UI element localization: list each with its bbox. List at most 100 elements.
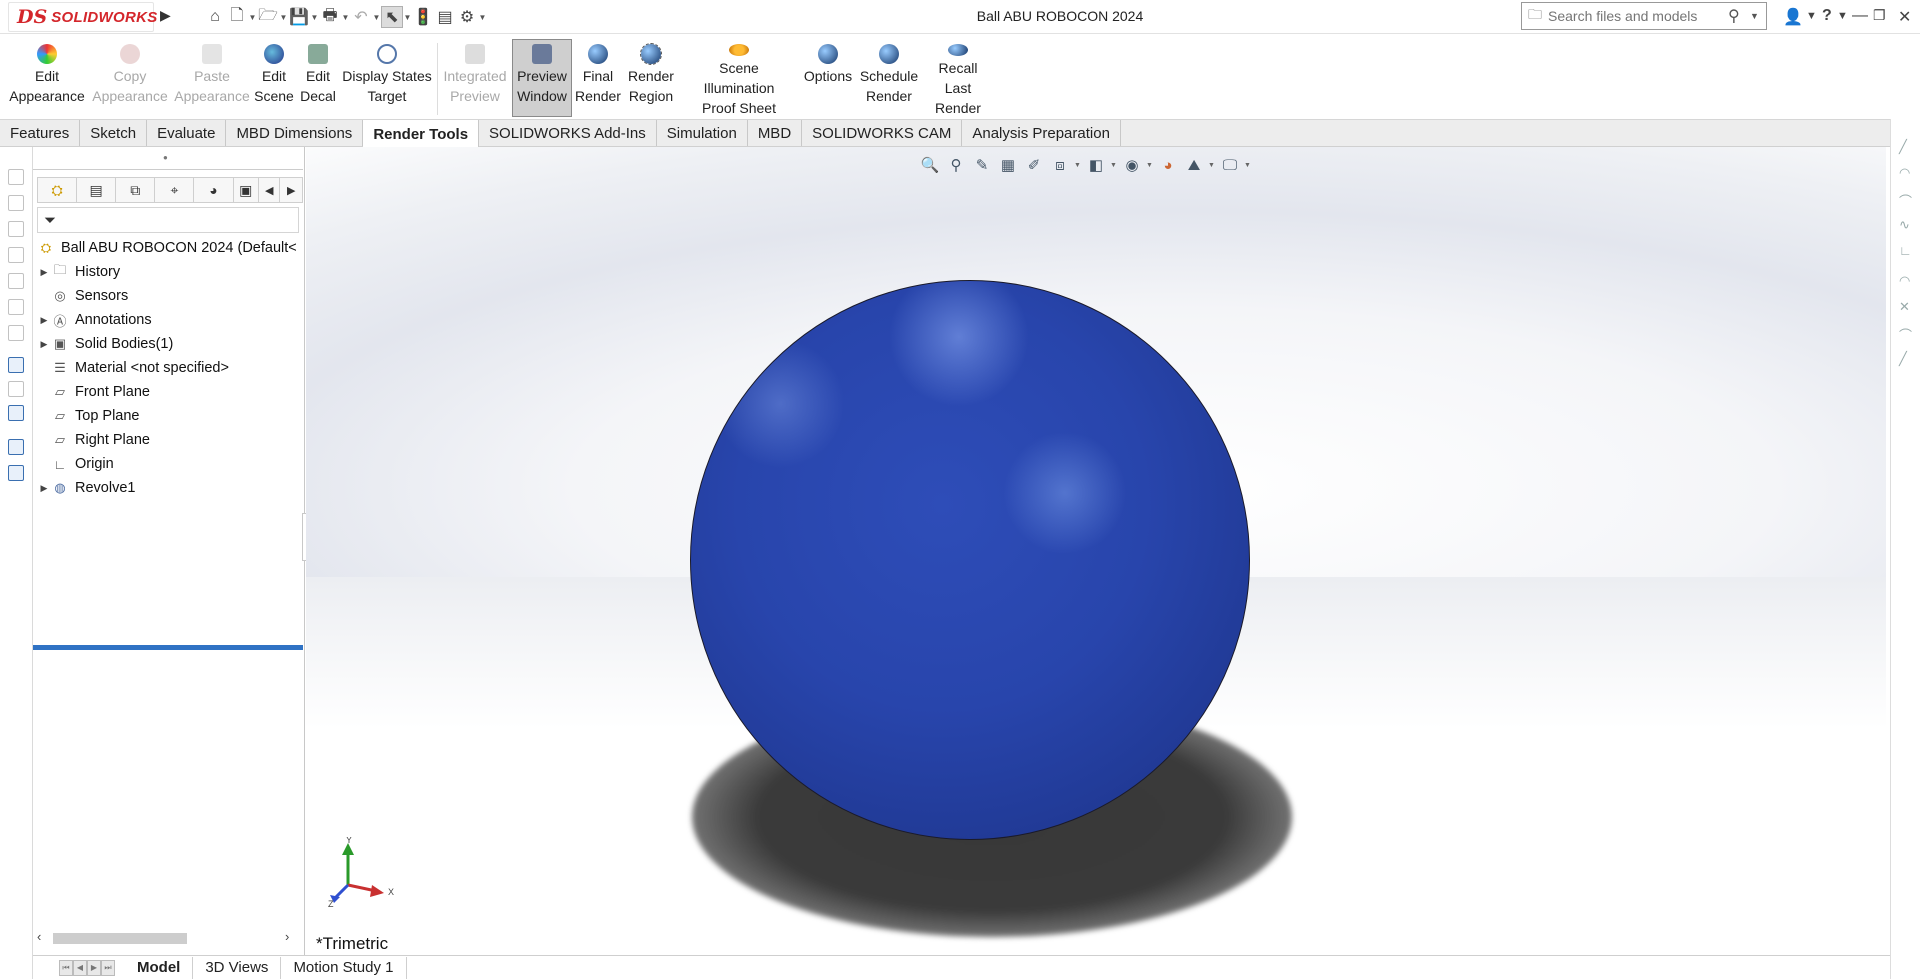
expand-arrow-icon[interactable]: ▶ (37, 483, 51, 494)
integrated-preview-button[interactable]: Integrated Preview (442, 40, 508, 118)
chevron-down-icon[interactable]: ▼ (403, 13, 412, 22)
tree-item-right-plane[interactable]: ▱ Right Plane (33, 428, 303, 452)
tree-item-sensors[interactable]: ◎ Sensors (33, 284, 303, 308)
chevron-down-icon[interactable]: ▼ (1110, 162, 1118, 169)
strip-tool-icon[interactable] (8, 405, 24, 421)
feature-tree-tab-icon[interactable]: ⛭ (38, 178, 78, 202)
tab-solidworks-add-ins[interactable]: SOLIDWORKS Add-Ins (479, 120, 657, 146)
display-states-target-button[interactable]: Display States Target (342, 40, 432, 118)
strip-tool-icon[interactable] (8, 221, 24, 237)
tab-sketch[interactable]: Sketch (80, 120, 148, 146)
view-orientation-icon[interactable]: ⧈ (1048, 154, 1072, 176)
scene-illumination-proof-sheet-button[interactable]: Scene Illumination Proof Sheet (682, 40, 796, 118)
tab-analysis-preparation[interactable]: Analysis Preparation (962, 120, 1121, 146)
chevron-down-icon[interactable]: ▼ (1208, 162, 1216, 169)
minimize-icon[interactable]: — (1852, 7, 1868, 25)
tree-item-origin[interactable]: ∟ Origin (33, 452, 303, 476)
strip-tool-icon[interactable] (8, 439, 24, 455)
menu-expand-arrow-icon[interactable]: ▶ (160, 7, 171, 24)
graphics-area[interactable]: 🔍 ⚲ ✎ ▦ ✐ ⧈ ▼ ◧ ▼ ◉ ▼ ◕ ⛰ ▼ 🖵 ▼ Y X Z *Trimet… (306, 147, 1886, 955)
tree-root-part[interactable]: ⛭ Ball ABU ROBOCON 2024 (Default< (33, 236, 303, 260)
chevron-down-icon[interactable]: ▼ (248, 13, 257, 22)
dimxpert-tab-icon[interactable]: ⌖ (155, 178, 195, 202)
restore-icon[interactable]: ❐ (1873, 7, 1886, 24)
expand-arrow-icon[interactable]: ▶ (37, 339, 51, 350)
scrollbar-thumb[interactable] (53, 933, 187, 944)
strip-tool-icon[interactable] (8, 465, 24, 481)
options-button[interactable]: Options (800, 40, 856, 118)
last-tab-icon[interactable]: ⏭ (101, 959, 115, 976)
final-render-button[interactable]: Final Render (575, 40, 621, 118)
open-folder-icon[interactable]: 🗁 (257, 6, 279, 28)
ball-model[interactable] (690, 280, 1250, 840)
strip-tool-icon[interactable] (8, 299, 24, 315)
expand-arrow-icon[interactable]: ▶ (37, 267, 51, 278)
chevron-right-icon[interactable]: › (285, 929, 289, 944)
search-input[interactable] (1548, 8, 1728, 24)
tab-features[interactable]: Features (0, 120, 81, 146)
sketch-tool-icon[interactable]: ∿ (1899, 217, 1910, 233)
first-tab-icon[interactable]: ⏮ (59, 959, 73, 976)
cam-tab-icon[interactable]: ▣ (234, 178, 259, 202)
tab-simulation[interactable]: Simulation (657, 120, 748, 146)
previous-tab-icon[interactable]: ◀ (73, 959, 87, 976)
chevron-right-icon[interactable]: ▶ (280, 178, 302, 202)
strip-tool-icon[interactable] (8, 325, 24, 341)
view-settings-icon[interactable]: 🖵 (1218, 154, 1242, 176)
sketch-tool-icon[interactable]: ⌒ (1899, 325, 1912, 344)
tree-item-revolve1[interactable]: ▶ ◍ Revolve1 (33, 476, 303, 500)
strip-tool-icon[interactable] (8, 247, 24, 263)
strip-tool-icon[interactable] (8, 273, 24, 289)
schedule-render-button[interactable]: Schedule Render (860, 40, 918, 118)
sketch-tool-icon[interactable]: ⌒ (1899, 191, 1912, 210)
chevron-down-icon[interactable]: ▼ (1837, 10, 1848, 22)
hide-show-items-icon[interactable]: ◉ (1120, 154, 1144, 176)
rebuild-traffic-light-icon[interactable]: 🚦 (412, 6, 434, 28)
home-icon[interactable]: ⌂ (204, 6, 226, 28)
tab-mbd[interactable]: MBD (748, 120, 803, 146)
rollback-bar[interactable] (33, 645, 303, 650)
apply-scene-icon[interactable]: ⛰ (1182, 154, 1206, 176)
tab-evaluate[interactable]: Evaluate (147, 120, 227, 146)
sketch-tool-icon[interactable]: ◠ (1899, 273, 1910, 289)
configuration-manager-tab-icon[interactable]: ⧉ (116, 178, 156, 202)
chevron-left-icon[interactable]: ◀ (259, 178, 281, 202)
print-icon[interactable]: 🖶 (319, 6, 341, 28)
tab-motion-study-1[interactable]: Motion Study 1 (281, 956, 407, 979)
edit-decal-button[interactable]: Edit Decal (298, 40, 338, 118)
property-manager-tab-icon[interactable]: ▤ (77, 178, 117, 202)
panel-grip-icon[interactable]: ● (163, 153, 168, 162)
copy-appearance-button[interactable]: Copy Appearance (92, 40, 168, 118)
dynamic-annotation-icon[interactable]: ✐ (1022, 154, 1046, 176)
user-icon[interactable]: 👤 (1783, 7, 1803, 27)
next-tab-icon[interactable]: ▶ (87, 959, 101, 976)
paste-appearance-button[interactable]: Paste Appearance (174, 40, 250, 118)
previous-view-icon[interactable]: ✎ (970, 154, 994, 176)
strip-tool-icon[interactable] (8, 381, 24, 397)
tree-item-top-plane[interactable]: ▱ Top Plane (33, 404, 303, 428)
tree-item-material[interactable]: ☰ Material <not specified> (33, 356, 303, 380)
edit-appearance-button[interactable]: Edit Appearance (8, 40, 86, 118)
section-view-icon[interactable]: ▦ (996, 154, 1020, 176)
sketch-tool-icon[interactable]: ✕ (1899, 299, 1910, 315)
tab-solidworks-cam[interactable]: SOLIDWORKS CAM (802, 120, 963, 146)
sketch-tool-icon[interactable]: ∟ (1899, 243, 1912, 258)
tab-model[interactable]: Model (125, 956, 194, 979)
sketch-tool-icon[interactable]: ◠ (1899, 165, 1910, 181)
chevron-down-icon[interactable]: ▼ (279, 13, 288, 22)
tab-render-tools[interactable]: Render Tools (363, 120, 480, 148)
chevron-down-icon[interactable]: ▼ (1074, 162, 1082, 169)
tab-mbd-dimensions[interactable]: MBD Dimensions (226, 120, 364, 146)
select-cursor-icon[interactable]: ⬉ (381, 6, 403, 28)
strip-tool-icon[interactable] (8, 169, 24, 185)
chevron-down-icon[interactable]: ▼ (341, 13, 350, 22)
undo-icon[interactable]: ↶ (350, 6, 372, 28)
display-manager-tab-icon[interactable]: ◕ (194, 178, 234, 202)
tree-filter-field[interactable]: ⏷ (37, 207, 299, 233)
zoom-to-fit-icon[interactable]: 🔍 (918, 154, 942, 176)
tree-item-annotations[interactable]: ▶ Ⓐ Annotations (33, 308, 303, 332)
edit-appearance-icon[interactable]: ◕ (1156, 154, 1180, 176)
tab-3d-views[interactable]: 3D Views (193, 956, 282, 979)
file-properties-icon[interactable]: ▤ (434, 6, 456, 28)
chevron-down-icon[interactable]: ▼ (310, 13, 319, 22)
